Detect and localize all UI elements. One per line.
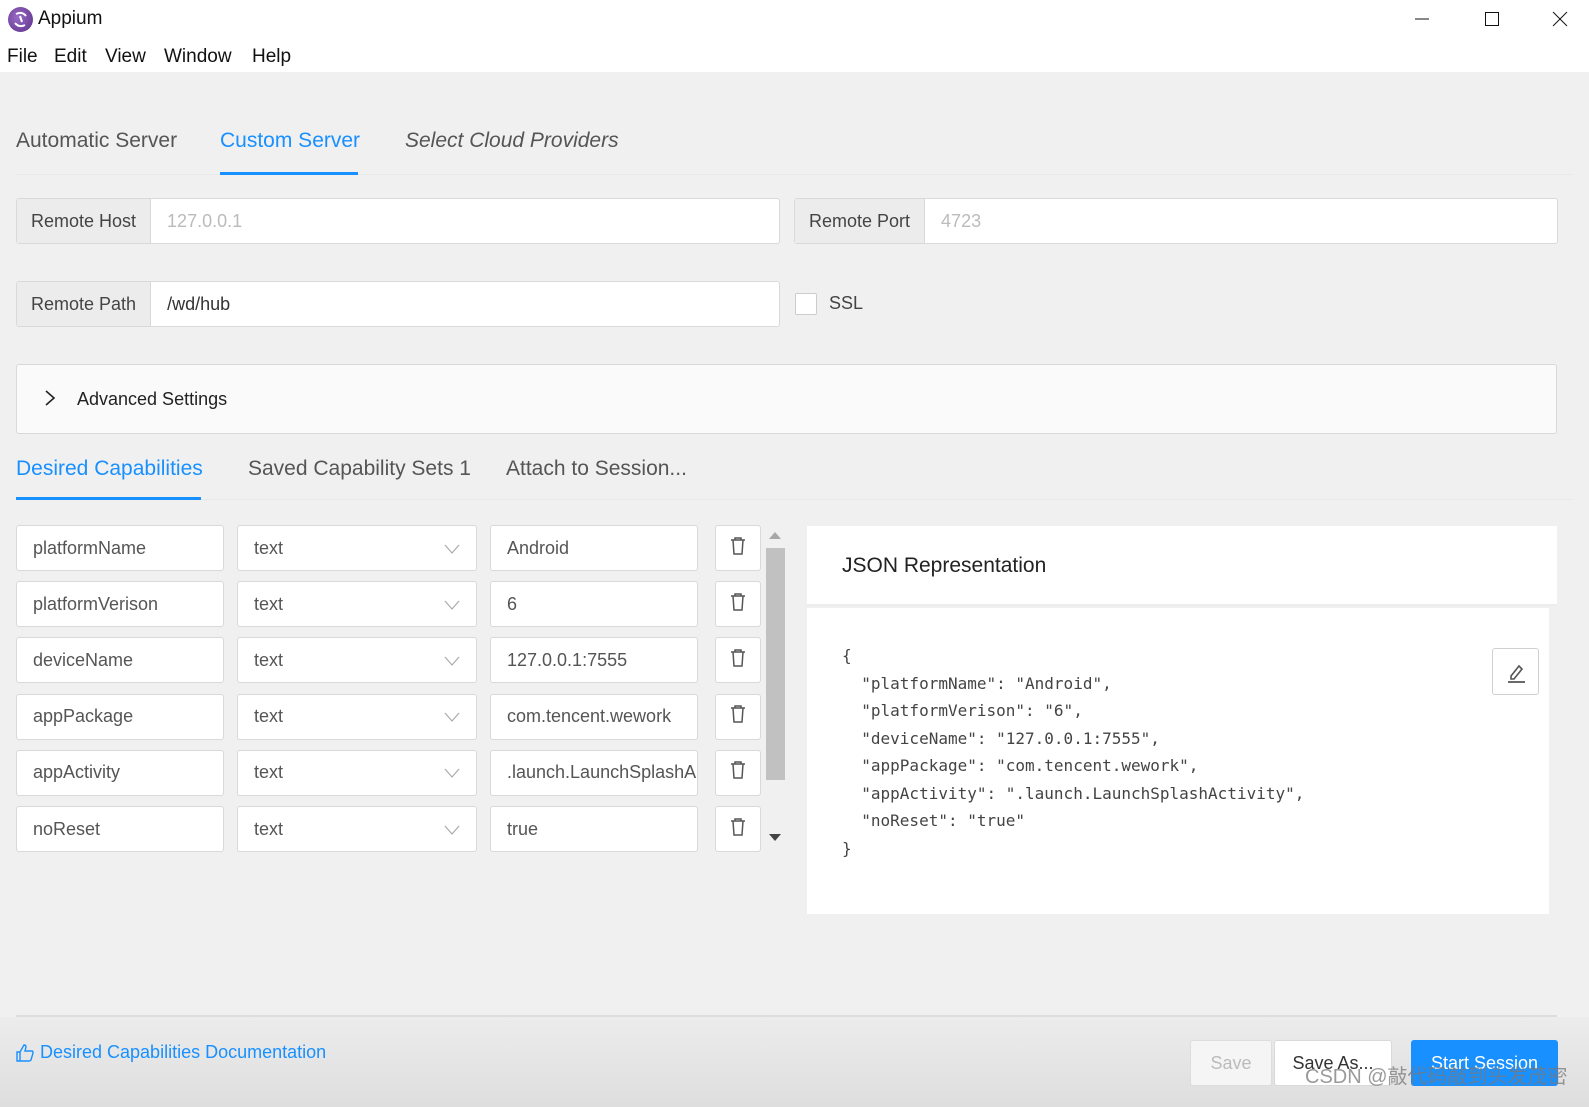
capability-type-select[interactable]: text xyxy=(237,525,477,571)
desired-capabilities-doc-link[interactable]: Desired Capabilities Documentation xyxy=(16,1042,326,1063)
capability-value-input[interactable]: true xyxy=(490,806,698,852)
close-icon xyxy=(1552,11,1568,27)
capability-type-select[interactable]: text xyxy=(237,749,477,796)
json-representation-panel: JSON Representation { "platformName": "A… xyxy=(807,526,1557,914)
trash-icon xyxy=(729,592,747,617)
chevron-down-icon xyxy=(444,762,460,783)
remote-host-label: Remote Host xyxy=(17,199,152,243)
remote-path-group: Remote Path /wd/hub xyxy=(16,281,780,327)
maximize-icon xyxy=(1485,12,1499,26)
close-button[interactable] xyxy=(1530,0,1589,38)
chevron-down-icon xyxy=(444,538,460,559)
trash-icon xyxy=(729,648,747,673)
edit-icon xyxy=(1507,664,1525,683)
capability-name-input[interactable]: appPackage xyxy=(16,693,224,740)
capability-type-select[interactable]: text xyxy=(237,806,477,852)
trash-icon xyxy=(729,704,747,729)
trash-icon xyxy=(729,760,747,785)
server-tabs: Automatic Server Custom Server Select Cl… xyxy=(16,125,1573,175)
thumbs-up-icon xyxy=(16,1043,34,1062)
json-panel-title: JSON Representation xyxy=(842,554,1047,577)
delete-capability-button[interactable] xyxy=(715,806,761,852)
doc-link-label: Desired Capabilities Documentation xyxy=(40,1042,327,1062)
capability-name-input[interactable]: noReset xyxy=(16,806,224,852)
capability-type-value: text xyxy=(254,593,284,614)
remote-port-group: Remote Port 4723 xyxy=(794,198,1558,244)
active-tab-indicator xyxy=(16,497,201,500)
capability-name-input[interactable]: platformName xyxy=(16,525,224,571)
scroll-thumb[interactable] xyxy=(766,548,785,780)
ssl-label: SSL xyxy=(829,293,864,313)
remote-path-input[interactable]: /wd/hub xyxy=(151,282,779,326)
remote-host-group: Remote Host 127.0.0.1 xyxy=(16,198,780,244)
footer-divider xyxy=(16,1015,1557,1017)
remote-port-label: Remote Port xyxy=(795,199,926,243)
capability-value-input[interactable]: 127.0.0.1:7555 xyxy=(490,637,698,684)
menu-file[interactable]: File xyxy=(7,46,38,68)
scroll-up-arrow-icon[interactable] xyxy=(769,532,781,539)
chevron-down-icon xyxy=(444,594,460,615)
delete-capability-button[interactable] xyxy=(715,749,761,796)
capability-type-value: text xyxy=(254,649,284,670)
remote-path-label: Remote Path xyxy=(17,282,152,326)
capability-type-value: text xyxy=(254,762,284,783)
title-bar: Appium xyxy=(0,0,1589,38)
advanced-settings-collapse[interactable]: Advanced Settings xyxy=(16,364,1557,434)
delete-capability-button[interactable] xyxy=(715,525,761,571)
ssl-checkbox[interactable] xyxy=(795,293,817,315)
menu-bar: File Edit View Window Help xyxy=(0,38,1589,72)
delete-capability-button[interactable] xyxy=(715,637,761,684)
app-title: Appium xyxy=(38,8,103,29)
capability-value-input[interactable]: com.tencent.wework xyxy=(490,693,698,740)
capability-type-select[interactable]: text xyxy=(237,637,477,684)
minimize-button[interactable] xyxy=(1392,0,1452,38)
scroll-down-arrow-icon[interactable] xyxy=(769,834,781,841)
chevron-right-icon xyxy=(45,390,56,406)
capability-value-input[interactable]: 6 xyxy=(490,581,698,628)
json-panel-body: { "platformName": "Android", "platformVe… xyxy=(807,608,1549,914)
capabilities-scrollbar[interactable] xyxy=(764,528,786,848)
save-button[interactable]: Save xyxy=(1190,1040,1272,1086)
remote-host-input[interactable]: 127.0.0.1 xyxy=(151,199,779,243)
capability-value-input[interactable]: .launch.LaunchSplashA xyxy=(490,749,698,796)
capability-tabs: Desired Capabilities Saved Capability Se… xyxy=(16,452,1573,500)
chevron-down-icon xyxy=(444,650,460,671)
appium-logo-icon xyxy=(8,7,33,32)
active-tab-indicator xyxy=(220,172,358,175)
json-panel-header: JSON Representation xyxy=(807,526,1557,606)
chevron-down-icon xyxy=(444,706,460,727)
capability-value-input[interactable]: Android xyxy=(490,525,698,571)
chevron-down-icon xyxy=(444,819,460,840)
tab-saved-capability-sets[interactable]: Saved Capability Sets 1 xyxy=(248,457,471,481)
maximize-button[interactable] xyxy=(1462,0,1522,38)
menu-view[interactable]: View xyxy=(105,46,146,68)
tab-select-cloud-providers[interactable]: Select Cloud Providers xyxy=(405,129,619,153)
delete-capability-button[interactable] xyxy=(715,581,761,628)
capability-name-input[interactable]: deviceName xyxy=(16,637,224,684)
trash-icon xyxy=(729,536,747,561)
tab-desired-capabilities[interactable]: Desired Capabilities xyxy=(16,457,203,481)
edit-json-button[interactable] xyxy=(1492,648,1539,695)
capability-type-value: text xyxy=(254,537,284,558)
advanced-settings-label: Advanced Settings xyxy=(77,389,228,409)
menu-help[interactable]: Help xyxy=(252,46,291,68)
capability-name-input[interactable]: platformVerison xyxy=(16,581,224,628)
minimize-icon xyxy=(1415,18,1429,20)
watermark: CSDN @敲代码敲到头发茂密 xyxy=(1305,1066,1568,1088)
menu-window[interactable]: Window xyxy=(164,46,232,68)
capability-name-input[interactable]: appActivity xyxy=(16,749,224,796)
delete-capability-button[interactable] xyxy=(715,693,761,740)
menu-edit[interactable]: Edit xyxy=(54,46,87,68)
tab-attach-to-session[interactable]: Attach to Session... xyxy=(506,457,687,481)
tab-automatic-server[interactable]: Automatic Server xyxy=(16,129,177,153)
capability-type-value: text xyxy=(254,818,284,839)
remote-port-input[interactable]: 4723 xyxy=(925,199,1557,243)
capability-type-value: text xyxy=(254,706,284,727)
tab-custom-server[interactable]: Custom Server xyxy=(220,129,360,153)
capability-type-select[interactable]: text xyxy=(237,581,477,628)
json-code: { "platformName": "Android", "platformVe… xyxy=(842,646,1305,858)
capability-type-select[interactable]: text xyxy=(237,693,477,740)
trash-icon xyxy=(729,817,747,842)
